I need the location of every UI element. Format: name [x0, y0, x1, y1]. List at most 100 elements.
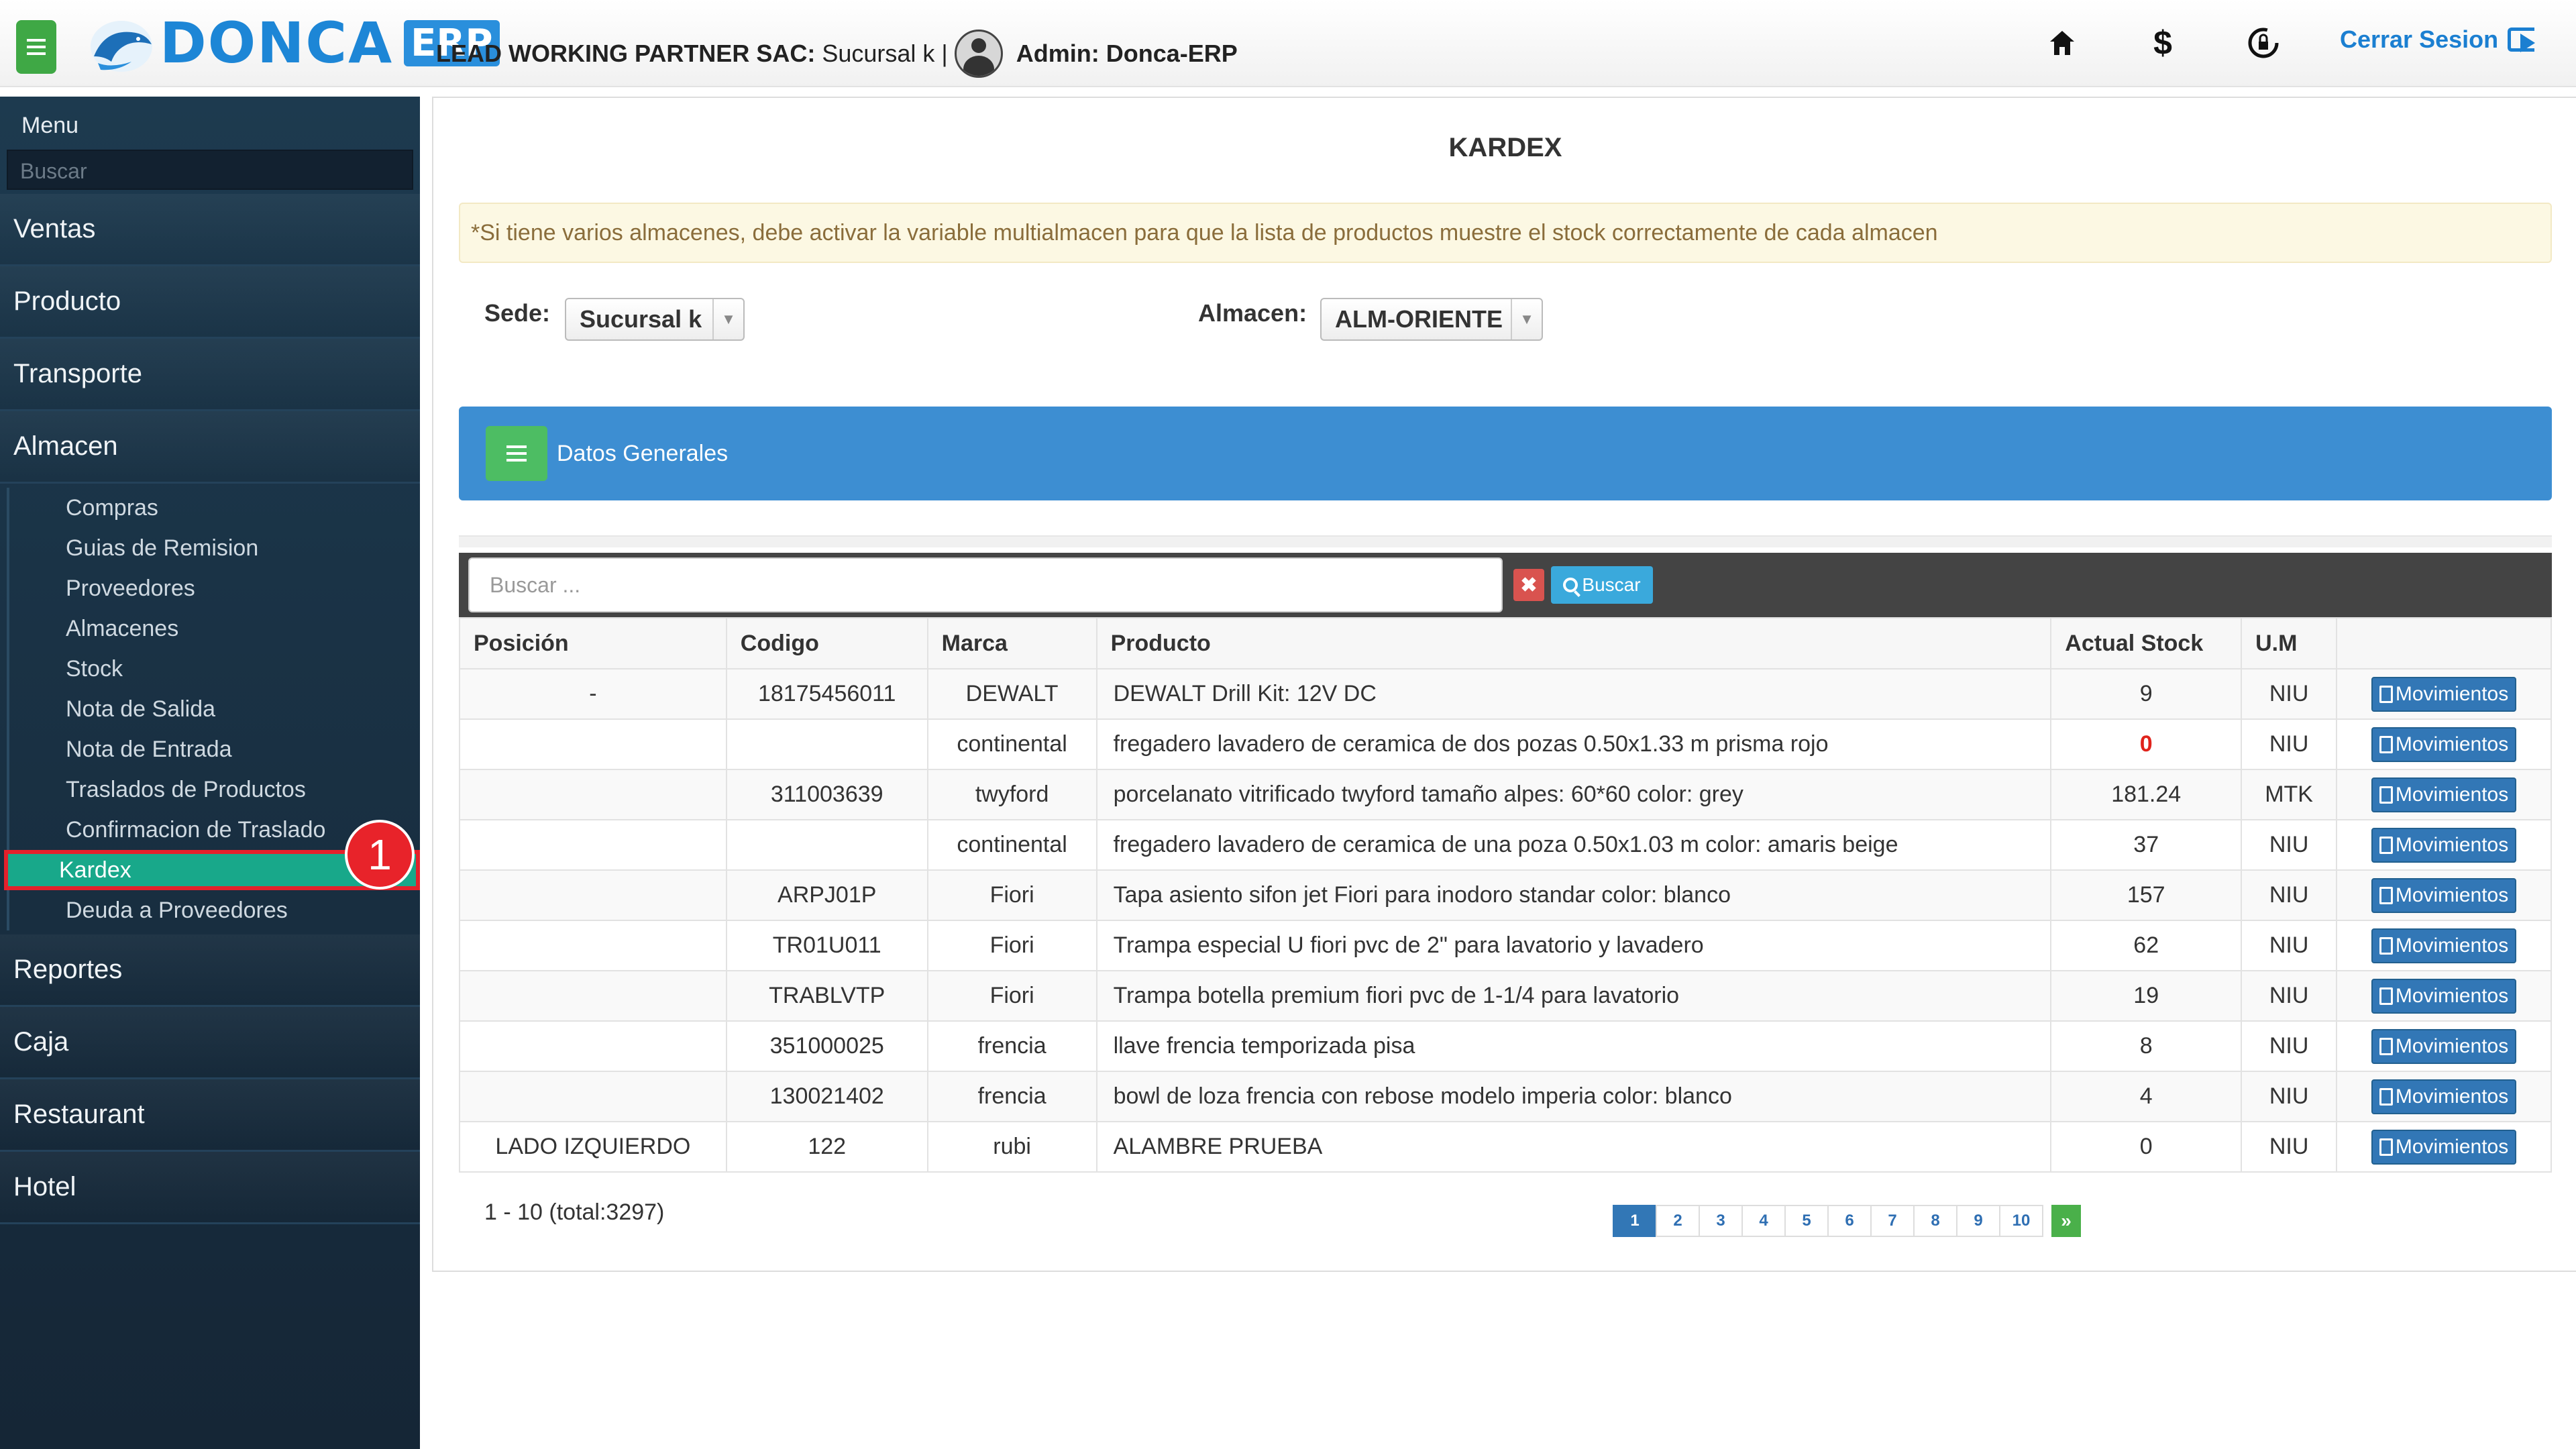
page-10-button[interactable]: 10	[1999, 1205, 2043, 1237]
cell-um: NIU	[2241, 869, 2338, 921]
column-header-actions	[2336, 617, 2552, 669]
table-row: continental fregadero lavadero de ceramic…	[459, 718, 2552, 770]
cell-posicion	[459, 819, 727, 871]
almacen-select[interactable]: ALM-ORIENTE ▼	[1320, 298, 1543, 341]
cell-posicion	[459, 869, 727, 921]
document-icon	[2379, 1138, 2393, 1156]
movimientos-button[interactable]: Movimientos	[2371, 877, 2517, 913]
document-icon	[2379, 836, 2393, 854]
sidebar-subitem-nota-de-entrada[interactable]: Nota de Entrada	[7, 729, 420, 769]
cell-codigo: 311003639	[725, 769, 928, 820]
dollar-icon[interactable]: $	[2143, 23, 2183, 63]
cell-action: Movimientos	[2336, 668, 2552, 720]
table-row: -18175456011 DEWALT DEWALT Drill Kit: 12V …	[459, 668, 2552, 720]
cell-um: NIU	[2241, 1071, 2338, 1122]
next-page-button[interactable]: »	[2051, 1205, 2081, 1237]
cell-stock: 181.24	[2050, 769, 2243, 820]
clear-search-button[interactable]: ✖	[1513, 569, 1544, 601]
sign-out-icon	[2508, 28, 2536, 52]
movimientos-button[interactable]: Movimientos	[2371, 1028, 2517, 1064]
sidebar: Menu Buscar Ventas Producto Transporte Alma…	[0, 97, 420, 1449]
cell-codigo: ARPJ01P	[725, 869, 928, 921]
page-9-button[interactable]: 9	[1956, 1205, 2000, 1237]
cell-um: NIU	[2241, 819, 2338, 871]
sidebar-subitem-compras[interactable]: Compras	[7, 488, 420, 528]
sidebar-item-almacen[interactable]: Almacen	[0, 411, 420, 484]
sidebar-subitem-guias-de-remision[interactable]: Guias de Remision	[7, 528, 420, 568]
sidebar-title: Menu	[21, 113, 79, 138]
cell-codigo: TR01U011	[725, 920, 928, 971]
sidebar-item-hotel[interactable]: Hotel	[0, 1152, 420, 1224]
sidebar-subitem-almacenes[interactable]: Almacenes	[7, 608, 420, 649]
chevron-down-icon: ▼	[712, 299, 743, 339]
table-row: 130021402 frencia bowl de loza frencia con…	[459, 1071, 2552, 1122]
sidebar-subitem-traslados-de-productos[interactable]: Traslados de Productos	[7, 769, 420, 810]
cell-producto: Tapa asiento sifon jet Fiori para inodor…	[1095, 869, 2052, 921]
movimientos-button[interactable]: Movimientos	[2371, 727, 2517, 762]
cell-codigo: 18175456011	[725, 668, 928, 720]
movimientos-button[interactable]: Movimientos	[2371, 928, 2517, 963]
sede-value: Sucursal k	[580, 305, 702, 333]
sidebar-item-reportes[interactable]: Reportes	[0, 934, 420, 1007]
movimientos-label: Movimientos	[2395, 783, 2509, 806]
movimientos-button[interactable]: Movimientos	[2371, 1079, 2517, 1114]
sidebar-item-restaurant[interactable]: Restaurant	[0, 1079, 420, 1152]
sidebar-item-ventas[interactable]: Ventas	[0, 194, 420, 266]
sidebar-item-caja[interactable]: Caja	[0, 1007, 420, 1079]
page-1-button[interactable]: 1	[1613, 1205, 1657, 1237]
cell-producto: fregadero lavadero de ceramica de una po…	[1095, 819, 2052, 871]
panel-title: Datos Generales	[557, 440, 729, 466]
cell-stock: 4	[2050, 1071, 2243, 1122]
cell-marca: Fiori	[926, 869, 1097, 921]
cell-posicion: LADO IZQUIERDO	[459, 1121, 727, 1173]
document-icon	[2379, 886, 2393, 904]
menu-toggle-button[interactable]	[16, 20, 56, 74]
cell-marca: frencia	[926, 1020, 1097, 1072]
page-8-button[interactable]: 8	[1913, 1205, 1957, 1237]
movimientos-label: Movimientos	[2395, 733, 2509, 755]
column-header-u-m: U.M	[2241, 617, 2338, 669]
lock-refresh-icon[interactable]	[2243, 23, 2284, 63]
cell-posicion	[459, 718, 727, 770]
sidebar-subitem-stock[interactable]: Stock	[7, 649, 420, 689]
page-2-button[interactable]: 2	[1656, 1205, 1700, 1237]
cell-producto: bowl de loza frencia con rebose modelo i…	[1095, 1071, 2052, 1122]
sidebar-subitem-deuda-a-proveedores[interactable]: Deuda a Proveedores	[7, 890, 420, 930]
cell-stock: 8	[2050, 1020, 2243, 1072]
page-3-button[interactable]: 3	[1699, 1205, 1743, 1237]
cell-marca: twyford	[926, 769, 1097, 820]
movimientos-button[interactable]: Movimientos	[2371, 1129, 2517, 1165]
page-6-button[interactable]: 6	[1827, 1205, 1872, 1237]
cell-codigo	[725, 819, 928, 871]
cell-um: NIU	[2241, 718, 2338, 770]
page-7-button[interactable]: 7	[1870, 1205, 1915, 1237]
sidebar-subitem-nota-de-salida[interactable]: Nota de Salida	[7, 689, 420, 729]
movimientos-button[interactable]: Movimientos	[2371, 676, 2517, 712]
document-icon	[2379, 1037, 2393, 1055]
cell-action: Movimientos	[2336, 1121, 2552, 1173]
cell-marca: continental	[926, 819, 1097, 871]
movimientos-button[interactable]: Movimientos	[2371, 827, 2517, 863]
sede-select[interactable]: Sucursal k ▼	[565, 298, 745, 341]
panel-toggle-button[interactable]	[486, 426, 547, 481]
sidebar-subitem-proveedores[interactable]: Proveedores	[7, 568, 420, 608]
product-search-input[interactable]: Buscar ...	[468, 557, 1503, 612]
cell-codigo: 351000025	[725, 1020, 928, 1072]
page-4-button[interactable]: 4	[1741, 1205, 1786, 1237]
sidebar-search-input[interactable]: Buscar	[7, 150, 413, 190]
branch-name: Sucursal k |	[822, 40, 948, 67]
cell-producto: llave frencia temporizada pisa	[1095, 1020, 2052, 1072]
cell-posicion	[459, 769, 727, 820]
search-button[interactable]: Buscar	[1551, 566, 1653, 604]
document-icon	[2379, 685, 2393, 703]
logout-button[interactable]: Cerrar Sesion	[2340, 25, 2536, 54]
page-5-button[interactable]: 5	[1784, 1205, 1829, 1237]
sidebar-item-transporte[interactable]: Transporte	[0, 339, 420, 411]
user-avatar-icon[interactable]	[954, 30, 1003, 78]
sidebar-item-producto[interactable]: Producto	[0, 266, 420, 339]
movimientos-button[interactable]: Movimientos	[2371, 777, 2517, 812]
home-icon[interactable]	[2042, 23, 2082, 63]
table-row: continental fregadero lavadero de ceramic…	[459, 819, 2552, 871]
movimientos-button[interactable]: Movimientos	[2371, 978, 2517, 1014]
cell-marca: rubi	[926, 1121, 1097, 1173]
